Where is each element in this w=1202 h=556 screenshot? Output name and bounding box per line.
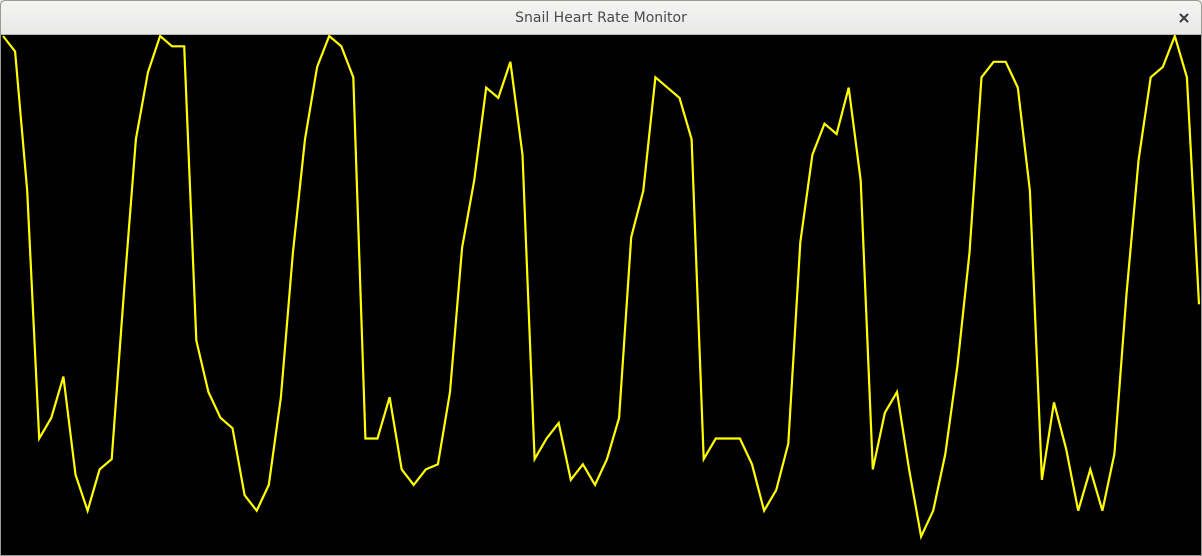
app-window: Snail Heart Rate Monitor	[0, 0, 1202, 556]
window-title: Snail Heart Rate Monitor	[515, 10, 687, 26]
close-button[interactable]	[1175, 9, 1193, 27]
close-icon	[1179, 13, 1189, 23]
title-bar[interactable]: Snail Heart Rate Monitor	[1, 1, 1201, 35]
heart-rate-canvas	[1, 35, 1201, 555]
heart-rate-chart	[2, 35, 1201, 541]
heart-rate-trace	[2, 35, 1201, 541]
